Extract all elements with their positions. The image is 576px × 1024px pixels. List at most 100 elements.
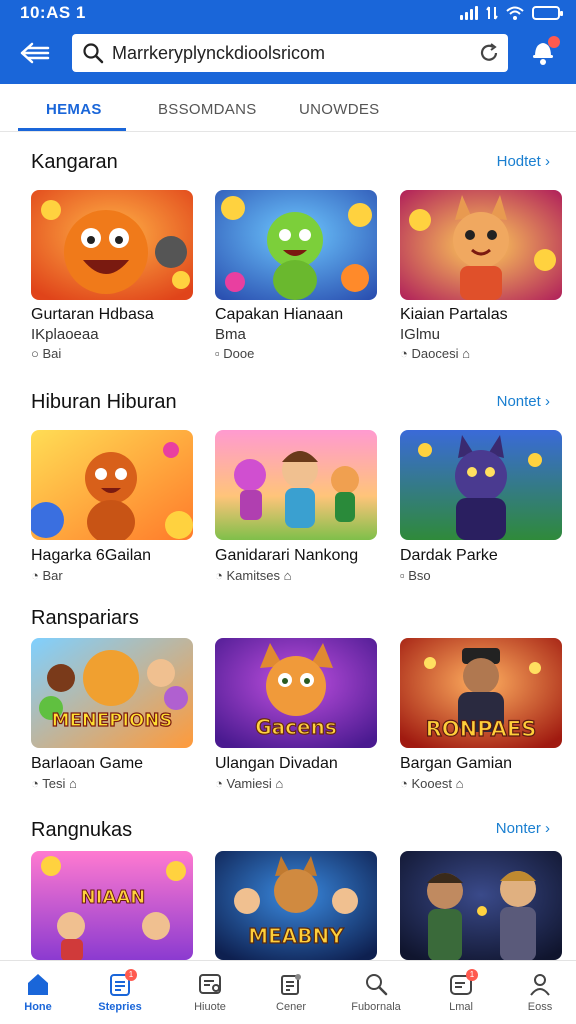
category-tabs: HEMAS BSSOMDANS UNOWDES [0,84,576,132]
meta-text: Kamitses [226,568,280,583]
search-icon [83,43,104,64]
info-icon: ◔ [400,346,408,361]
tab-home[interactable]: HEMAS [46,101,102,118]
nav-label: Fubornala [351,1001,401,1013]
meta-text: Bai [42,346,62,361]
game-thumbnail[interactable] [400,430,562,540]
active-tab-indicator [18,128,126,131]
game-thumbnail[interactable]: NIAAN [31,851,193,960]
reload-icon[interactable] [478,42,500,64]
nav-center[interactable]: Cener [256,961,326,1024]
game-title[interactable]: Kiaian Partalas [400,306,508,324]
game-thumbnail[interactable]: MENEPIONS [31,638,193,748]
section-title: Kangaran [31,151,118,173]
more-label: Hodtet [496,153,541,170]
chevron-right-icon: › [545,153,550,170]
game-thumbnail[interactable]: MEABNY [215,851,377,960]
status-icons [460,3,563,23]
section-title: Hiburan Hiburan [31,391,177,413]
home-icon [28,974,48,995]
status-bar: 10:AS 1 [0,0,576,26]
game-meta: ◔ Daocesi ⌂ [400,346,470,361]
info-icon: ◔ [400,776,408,791]
game-title[interactable]: Ganidarari Nankong [215,547,358,565]
nav-badge: 1 [125,969,137,981]
nav-stories[interactable]: 1 Stepries [85,961,155,1024]
nav-label: Stepries [98,1001,142,1013]
nav-label: Eoss [527,1001,553,1013]
notification-button[interactable] [530,36,560,68]
section-more-link[interactable]: Nontet › [497,393,550,410]
game-title[interactable]: Ulangan Divadan [215,755,338,773]
back-arrow-icon[interactable] [18,38,54,68]
tab-unowdes[interactable]: UNOWDES [299,101,379,118]
game-thumbnail[interactable] [215,190,377,300]
battery-icon [532,6,563,20]
game-title[interactable]: Gurtaran Hdbasa [31,306,154,324]
meta-text: Dooe [223,346,255,361]
nav-profile[interactable]: Eoss [505,961,575,1024]
game-thumbnail[interactable] [215,430,377,540]
square-icon: ▫ [400,568,405,583]
game-meta: ▫ Dooe [215,346,254,361]
info-icon: ◔ [31,776,39,791]
game-thumbnail[interactable] [31,430,193,540]
nav-label: Lmal [449,1001,473,1013]
lock-icon: ⌂ [275,776,284,791]
section-title: Rangnukas [31,819,133,841]
game-title[interactable]: Hagarka 6Gailan [31,547,151,565]
game-title[interactable]: Dardak Parke [400,547,498,565]
tab-bssomdans[interactable]: BSSOMDANS [158,101,257,118]
game-meta: ◔ Kooest ⌂ [400,776,463,791]
url-text[interactable]: Marrkeryplynckdioolsricom [112,43,325,64]
game-thumbnail[interactable]: Gacens [215,638,377,748]
app-bar: 10:AS 1 Marrkeryplynckdioolsricom [0,0,576,84]
meta-text: Vamiesi [226,776,272,791]
meta-text: Tesi [42,776,66,791]
meta-text: Daocesi [411,346,459,361]
nav-quote[interactable]: Hiuote [175,961,245,1024]
search-icon [366,974,388,996]
section-more-link[interactable]: Hodtet › [497,153,550,170]
lock-icon: ⌂ [462,346,470,361]
chevron-right-icon: › [545,393,550,410]
game-meta: ◔ Bar [31,568,63,583]
thumbnail-art-text: NIAAN [81,887,146,908]
wifi-icon [506,6,524,20]
nav-search[interactable]: Fubornala [341,961,411,1024]
game-meta: ○ Bai [31,346,61,361]
game-title[interactable]: Barlaoan Game [31,755,143,773]
nav-mail[interactable]: 1 Lmal [426,961,496,1024]
game-thumbnail[interactable] [400,190,562,300]
game-title[interactable]: Capakan Hianaan [215,306,343,324]
info-icon: ◔ [31,568,39,583]
quote-icon [199,974,221,994]
url-search-bar[interactable]: Marrkeryplynckdioolsricom [72,34,508,72]
more-label: Nontet [496,393,541,410]
section-more-link[interactable]: Nonter › [496,820,550,837]
notification-badge [548,36,560,48]
nav-home[interactable]: Hone [3,961,73,1024]
info-icon: ◔ [215,776,223,791]
game-thumbnail[interactable]: RONPAES [400,638,562,748]
lock-icon: ⌂ [283,568,292,583]
game-subtitle: Bma [215,326,246,343]
game-thumbnail[interactable] [31,190,193,300]
lock-icon: ⌂ [455,776,464,791]
game-meta: ◔ Vamiesi ⌂ [215,776,283,791]
meta-text: Kooest [411,776,452,791]
section-title: Ranspariars [31,607,139,629]
nav-label: Cener [276,1001,306,1013]
profile-icon [530,974,550,996]
chevron-right-icon: › [545,820,550,837]
nav-label: Hone [24,1001,52,1013]
bottom-navigation: Hone 1 Stepries Hiuote Cener Fubornala 1… [0,960,576,1024]
lock-icon: ⌂ [69,776,77,791]
thumbnail-art-text: Gacens [255,715,336,739]
game-meta: ▫ Bso [400,568,431,583]
more-label: Nonter [495,820,541,837]
game-thumbnail[interactable] [400,851,562,960]
nav-badge: 1 [466,969,478,981]
game-title[interactable]: Bargan Gamian [400,755,512,773]
square-icon: ▫ [215,346,220,361]
